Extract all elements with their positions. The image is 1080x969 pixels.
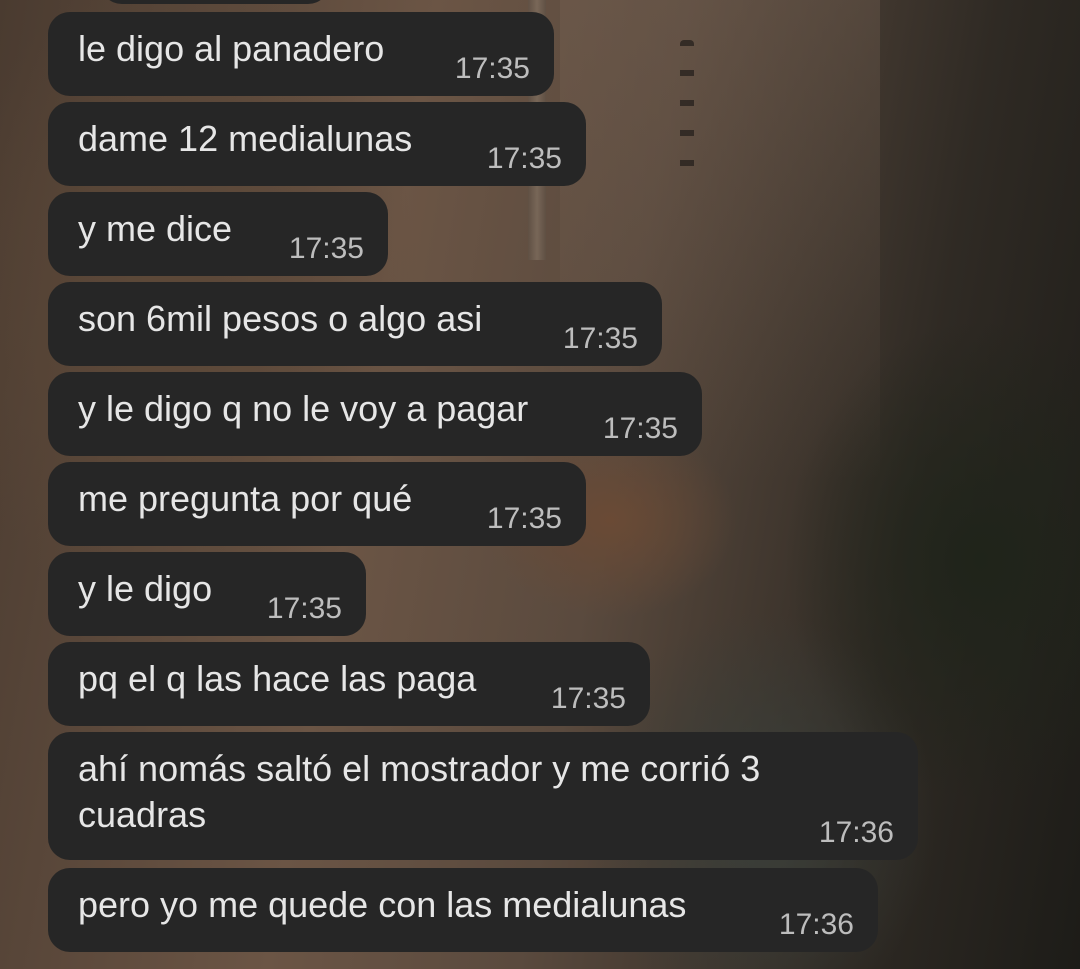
- message-time: 17:35: [266, 592, 342, 625]
- message-time: 17:35: [562, 322, 638, 355]
- message-text: y me dice: [78, 208, 233, 249]
- message-time: 17:35: [486, 142, 562, 175]
- message-text: ahí nomás saltó el mostrador y me corrió…: [78, 748, 761, 835]
- message-text: le digo al panadero: [78, 28, 385, 69]
- message-text: son 6mil pesos o algo asi: [78, 298, 483, 339]
- message-bubble[interactable]: pero yo me quede con las medialunas 17:3…: [48, 868, 878, 952]
- message-time: 17:35: [602, 412, 678, 445]
- message-list: le digo al panadero 17:35 dame 12 medial…: [0, 0, 1080, 969]
- message-text: y le digo: [78, 568, 213, 609]
- message-text: y le digo q no le voy a pagar: [78, 388, 529, 429]
- message-bubble[interactable]: y le digo 17:35: [48, 552, 366, 636]
- message-bubble[interactable]: pq el q las hace las paga 17:35: [48, 642, 650, 726]
- message-time: 17:35: [454, 52, 530, 85]
- message-text: me pregunta por qué: [78, 478, 413, 519]
- message-bubble[interactable]: y me dice 17:35: [48, 192, 388, 276]
- message-bubble[interactable]: ahí nomás saltó el mostrador y me corrió…: [48, 732, 918, 860]
- message-time: 17:35: [550, 682, 626, 715]
- message-text: pero yo me quede con las medialunas: [78, 884, 687, 925]
- message-bubble[interactable]: me pregunta por qué 17:35: [48, 462, 586, 546]
- message-text: dame 12 medialunas: [78, 118, 413, 159]
- message-bubble[interactable]: son 6mil pesos o algo asi 17:35: [48, 282, 662, 366]
- message-bubble[interactable]: dame 12 medialunas 17:35: [48, 102, 586, 186]
- previous-message-edge: [100, 0, 330, 4]
- message-time: 17:36: [818, 816, 894, 849]
- message-time: 17:36: [778, 908, 854, 941]
- message-time: 17:35: [288, 232, 364, 265]
- message-bubble[interactable]: y le digo q no le voy a pagar 17:35: [48, 372, 702, 456]
- message-time: 17:35: [486, 502, 562, 535]
- message-bubble[interactable]: le digo al panadero 17:35: [48, 12, 554, 96]
- message-text: pq el q las hace las paga: [78, 658, 477, 699]
